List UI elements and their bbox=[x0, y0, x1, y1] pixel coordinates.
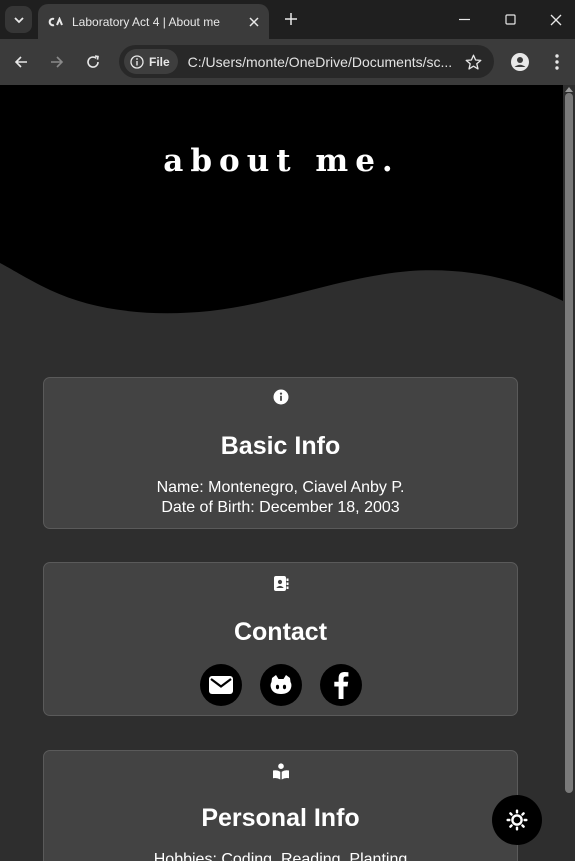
address-bar[interactable]: File C:/Users/monte/OneDrive/Documents/s… bbox=[119, 45, 494, 78]
close-tab-icon[interactable] bbox=[245, 13, 263, 31]
page-viewport: about me. Basic Info Name: Montenegro, C… bbox=[0, 85, 563, 861]
facebook-link[interactable] bbox=[320, 664, 362, 706]
minimize-button[interactable] bbox=[441, 0, 487, 39]
github-icon bbox=[270, 675, 292, 694]
scroll-up-arrow-icon[interactable] bbox=[565, 85, 573, 93]
info-icon bbox=[272, 388, 290, 406]
arrow-left-icon bbox=[14, 56, 27, 68]
active-tab[interactable]: Laboratory Act 4 | About me bbox=[38, 4, 269, 39]
file-chip-label: File bbox=[149, 54, 170, 69]
sun-icon bbox=[506, 809, 528, 831]
maximize-icon bbox=[504, 14, 516, 25]
hero-header: about me. bbox=[0, 85, 563, 325]
github-link[interactable] bbox=[260, 664, 302, 706]
chevron-down-icon bbox=[13, 16, 24, 23]
minimize-icon bbox=[458, 18, 470, 21]
site-info-chip[interactable]: File bbox=[124, 49, 178, 74]
profile-button[interactable] bbox=[509, 51, 531, 73]
bookmark-star-icon[interactable] bbox=[464, 53, 482, 71]
personal-info-title: Personal Info bbox=[201, 804, 360, 832]
url-text[interactable]: C:/Users/monte/OneDrive/Documents/sc... bbox=[188, 54, 456, 70]
arrow-right-icon bbox=[51, 56, 64, 68]
tab-strip: Laboratory Act 4 | About me bbox=[0, 0, 575, 39]
maximize-button[interactable] bbox=[487, 0, 533, 39]
hobbies-text: Hobbies: Coding, Reading, Planting bbox=[153, 851, 408, 861]
new-tab-button[interactable] bbox=[280, 8, 302, 30]
scroll-thumb[interactable] bbox=[565, 93, 573, 793]
more-vertical-icon bbox=[555, 54, 559, 70]
close-window-button[interactable] bbox=[533, 0, 575, 39]
basic-info-card: Basic Info Name: Montenegro, Ciavel Anby… bbox=[43, 377, 518, 529]
date-of-birth-text: Date of Birth: December 18, 2003 bbox=[161, 499, 400, 516]
email-icon bbox=[209, 676, 233, 694]
browser-menu-button[interactable] bbox=[548, 51, 566, 73]
close-icon bbox=[550, 14, 562, 25]
basic-info-title: Basic Info bbox=[220, 432, 341, 460]
reading-person-icon bbox=[272, 762, 290, 780]
reload-button[interactable] bbox=[81, 50, 105, 74]
facebook-icon bbox=[334, 672, 349, 699]
info-circle-icon bbox=[130, 54, 144, 69]
forward-button[interactable] bbox=[45, 50, 69, 74]
person-icon bbox=[511, 53, 529, 71]
contact-card: Contact bbox=[43, 562, 518, 716]
address-book-icon bbox=[272, 574, 290, 592]
name-text: Name: Montenegro, Ciavel Anby P. bbox=[156, 479, 405, 496]
reload-icon bbox=[87, 55, 99, 68]
plus-icon bbox=[285, 13, 297, 25]
page-scrollbar[interactable] bbox=[563, 85, 575, 861]
hero-wave-background bbox=[0, 85, 563, 314]
page-title: about me. bbox=[163, 143, 400, 179]
tab-title: Laboratory Act 4 | About me bbox=[72, 14, 220, 29]
contact-title: Contact bbox=[233, 618, 328, 646]
email-link[interactable] bbox=[200, 664, 242, 706]
browser-toolbar: File C:/Users/monte/OneDrive/Documents/s… bbox=[0, 39, 575, 85]
ca-logo-icon bbox=[48, 16, 64, 27]
personal-info-card: Personal Info Hobbies: Coding, Reading, … bbox=[43, 750, 518, 861]
tab-search-button[interactable] bbox=[5, 6, 32, 33]
back-button[interactable] bbox=[9, 50, 33, 74]
theme-toggle-button[interactable] bbox=[492, 795, 542, 845]
